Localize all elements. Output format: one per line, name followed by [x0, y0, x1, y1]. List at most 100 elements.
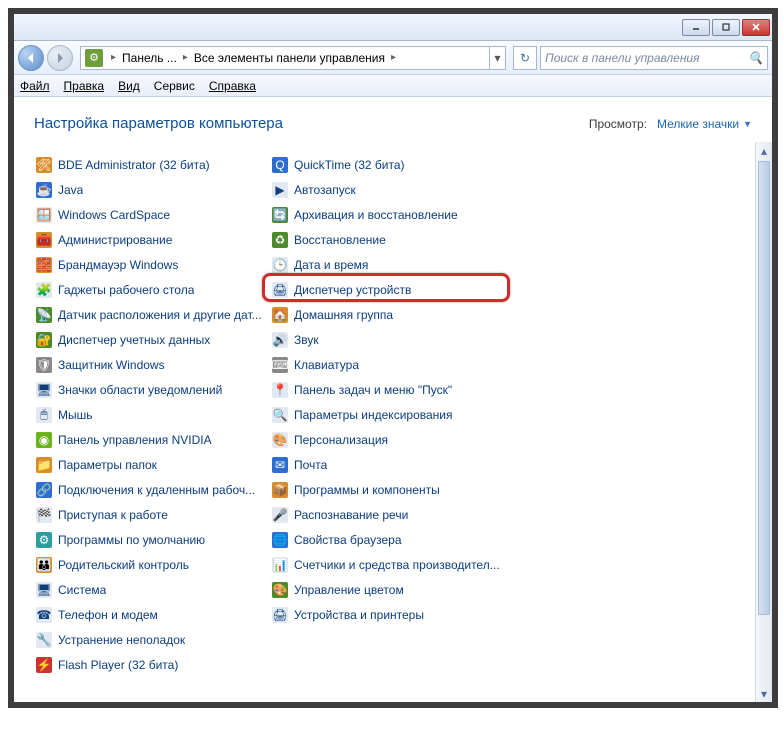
cp-item-taskbar-start[interactable]: 📍 Панель задач и меню "Пуск" — [270, 377, 506, 402]
cp-item-folder-options[interactable]: 📁Параметры папок — [34, 452, 270, 477]
cp-item-troubleshoot[interactable]: 🔧 Устранение неполадок — [34, 627, 270, 652]
item-label: Flash Player (32 бита) — [58, 658, 178, 672]
item-label: Диспетчер учетных данных — [58, 333, 210, 347]
item-label: Восстановление — [294, 233, 386, 247]
cp-item-getting-started[interactable]: 🏁Приступая к работе — [34, 502, 270, 527]
cp-item-firewall[interactable]: 🧱Брандмауэр Windows — [34, 252, 270, 277]
item-label: Домашняя группа — [294, 308, 393, 322]
item-label: Счетчики и средства производител... — [294, 558, 500, 572]
breadcrumb-dropdown-icon[interactable]: ▾ — [489, 47, 505, 69]
close-button[interactable] — [742, 19, 770, 36]
troubleshoot-icon: 🔧 — [36, 632, 52, 648]
item-label: Датчик расположения и другие дат... — [58, 308, 262, 322]
cp-item-admin-tools[interactable]: 🧰Администрирование — [34, 227, 270, 252]
item-label: Брандмауэр Windows — [58, 258, 178, 272]
item-label: Устройства и принтеры — [294, 608, 424, 622]
search-icon: 🔍 — [748, 51, 763, 65]
menu-tools[interactable]: Сервис — [154, 79, 195, 93]
cp-item-keyboard[interactable]: ⌨Клавиатура — [270, 352, 506, 377]
cp-item-personalization[interactable]: 🎨Персонализация — [270, 427, 506, 452]
cp-item-device-manager[interactable]: 🖨Диспетчер устройств — [270, 277, 506, 302]
cp-item-speech-recognition[interactable]: 🎤Распознавание речи — [270, 502, 506, 527]
taskbar-start-icon: 📍 — [272, 382, 288, 398]
scroll-up-button[interactable]: ▴ — [756, 142, 772, 159]
breadcrumb-sep-icon: ▸ — [387, 52, 400, 63]
menu-view[interactable]: Вид — [118, 79, 140, 93]
cp-item-phone-modem[interactable]: ☎Телефон и модем — [34, 602, 270, 627]
item-label: Параметры индексирования — [294, 408, 452, 422]
cp-item-color-management[interactable]: 🎨Управление цветом — [270, 577, 506, 602]
keyboard-icon: ⌨ — [272, 357, 288, 373]
search-input[interactable]: Поиск в панели управления 🔍 — [540, 46, 768, 70]
cp-item-windows-cardspace[interactable]: 🪟Windows CardSpace — [34, 202, 270, 227]
remote-app-icon: 🔗 — [36, 482, 52, 498]
item-label: Подключения к удаленным рабоч... — [58, 483, 255, 497]
cp-item-perf-counters[interactable]: 📊 Счетчики и средства производител... — [270, 552, 506, 577]
cp-item-indexing-options[interactable]: 🔍Параметры индексирования — [270, 402, 506, 427]
maximize-button[interactable] — [712, 19, 740, 36]
cp-item-flash-player[interactable]: ⚡Flash Player (32 бита) — [34, 652, 270, 677]
cp-item-nvidia-panel[interactable]: ◉Панель управления NVIDIA — [34, 427, 270, 452]
bde-administrator-icon: 🛠 — [36, 157, 52, 173]
cp-item-default-programs[interactable]: ⚙Программы по умолчанию — [34, 527, 270, 552]
menu-bar: Файл Правка Вид Сервис Справка — [14, 75, 772, 97]
sound-icon: 🔊 — [272, 332, 288, 348]
breadcrumb-item-1[interactable]: Панель ... — [120, 51, 179, 65]
internet-options-icon: 🌐 — [272, 532, 288, 548]
cp-item-desktop-gadgets[interactable]: 🧩Гаджеты рабочего стола — [34, 277, 270, 302]
devices-printers-icon: 🖨 — [272, 607, 288, 623]
breadcrumb-item-2[interactable]: Все элементы панели управления — [192, 51, 387, 65]
cp-item-windows-defender[interactable]: 🛡Защитник Windows — [34, 352, 270, 377]
cp-item-programs-features[interactable]: 📦Программы и компоненты — [270, 477, 506, 502]
item-label: Устранение неполадок — [58, 633, 185, 647]
vertical-scrollbar[interactable]: ▴ ▾ — [755, 142, 772, 702]
item-label: Автозапуск — [294, 183, 356, 197]
cp-item-mail[interactable]: ✉Почта — [270, 452, 506, 477]
mail-icon: ✉ — [272, 457, 288, 473]
items-grid: 🛠BDE Administrator (32 бита)☕Java🪟Window… — [14, 142, 755, 702]
programs-features-icon: 📦 — [272, 482, 288, 498]
cp-item-location-sensor[interactable]: 📡Датчик расположения и другие дат... — [34, 302, 270, 327]
breadcrumb-bar[interactable]: ▸ Панель ... ▸ Все элементы панели управ… — [80, 46, 506, 70]
scroll-thumb[interactable] — [758, 161, 770, 615]
scroll-down-button[interactable]: ▾ — [756, 685, 772, 702]
personalization-icon: 🎨 — [272, 432, 288, 448]
cp-item-parental-controls[interactable]: 👪Родительский контроль — [34, 552, 270, 577]
cp-item-java[interactable]: ☕Java — [34, 177, 270, 202]
item-label: QuickTime (32 бита) — [294, 158, 405, 172]
cp-item-autoplay[interactable]: ▶ Автозапуск — [270, 177, 506, 202]
titlebar — [14, 14, 772, 41]
refresh-button[interactable]: ↻ — [513, 46, 537, 70]
cp-item-mouse[interactable]: 🖱Мышь — [34, 402, 270, 427]
menu-file[interactable]: Файл — [20, 79, 50, 93]
menu-help[interactable]: Справка — [209, 79, 256, 93]
cp-item-backup-restore[interactable]: 🔄Архивация и восстановление — [270, 202, 506, 227]
view-dropdown[interactable]: Мелкие значки ▼ — [657, 117, 752, 131]
cp-item-bde-administrator[interactable]: 🛠BDE Administrator (32 бита) — [34, 152, 270, 177]
cp-item-credential-manager[interactable]: 🔐Диспетчер учетных данных — [34, 327, 270, 352]
cp-item-recovery[interactable]: ♻Восстановление — [270, 227, 506, 252]
cp-item-devices-printers[interactable]: 🖨 Устройства и принтеры — [270, 602, 506, 627]
menu-edit[interactable]: Правка — [64, 79, 105, 93]
item-label: Дата и время — [294, 258, 368, 272]
view-value: Мелкие значки — [657, 117, 739, 131]
back-button[interactable] — [18, 45, 44, 71]
autoplay-icon: ▶ — [272, 182, 288, 198]
cp-item-remote-app[interactable]: 🔗 Подключения к удаленным рабоч... — [34, 477, 270, 502]
folder-options-icon: 📁 — [36, 457, 52, 473]
cp-item-homegroup[interactable]: 🏠Домашняя группа — [270, 302, 506, 327]
item-label: Свойства браузера — [294, 533, 402, 547]
content-header: Настройка параметров компьютера Просмотр… — [14, 97, 772, 142]
minimize-button[interactable] — [682, 19, 710, 36]
scroll-track[interactable] — [756, 617, 772, 685]
cp-item-sound[interactable]: 🔊Звук — [270, 327, 506, 352]
forward-button[interactable] — [47, 45, 73, 71]
cp-item-date-time[interactable]: 🕒Дата и время — [270, 252, 506, 277]
cp-item-quicktime[interactable]: QQuickTime (32 бита) — [270, 152, 506, 177]
perf-counters-icon: 📊 — [272, 557, 288, 573]
breadcrumb-sep-icon: ▸ — [107, 52, 120, 63]
cp-item-notification-icons[interactable]: 🖥Значки области уведомлений — [34, 377, 270, 402]
cp-item-system[interactable]: 🖥Система — [34, 577, 270, 602]
item-label: Панель задач и меню "Пуск" — [294, 383, 452, 397]
cp-item-internet-options[interactable]: 🌐 Свойства браузера — [270, 527, 506, 552]
